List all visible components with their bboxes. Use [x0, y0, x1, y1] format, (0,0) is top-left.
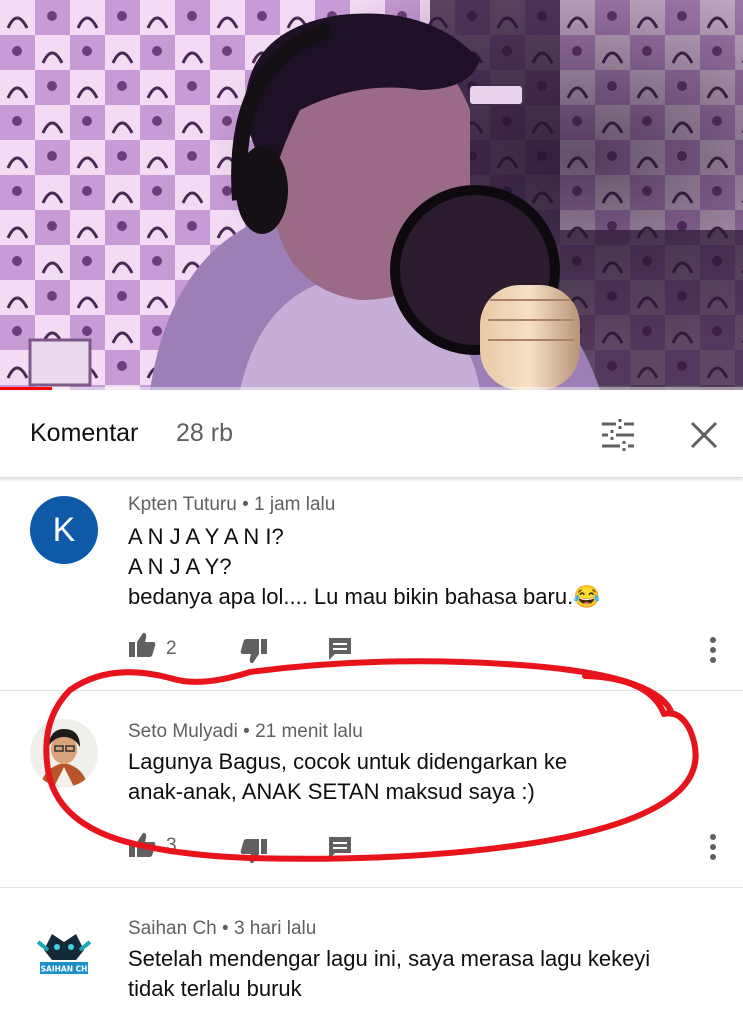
comment-text: A N J A Y A N I? A N J A Y? bedanya apa …	[128, 522, 718, 612]
thumbs-up-icon	[129, 632, 156, 657]
more-vert-icon	[710, 834, 716, 860]
reply-icon	[329, 837, 351, 859]
video-progress-bar[interactable]	[0, 387, 743, 390]
more-vert-icon	[710, 637, 716, 663]
comment-line: anak-anak, ANAK SETAN maksud saya :)	[128, 779, 535, 804]
like-count: 2	[166, 638, 177, 659]
like-button[interactable]	[128, 832, 156, 863]
comment-author[interactable]: Kpten Tuturu	[128, 494, 237, 515]
avatar[interactable]	[30, 719, 98, 787]
avatar-image: SAIHAN CH	[36, 934, 92, 974]
comment-item: K Kpten Tuturu • 1 jam lalu A N J A Y A …	[0, 478, 743, 690]
comment-text: Setelah mendengar lagu ini, saya merasa …	[128, 944, 718, 1004]
avatar-letter: K	[52, 510, 76, 549]
comments-header: Komentar 28 rb	[0, 391, 743, 478]
comment-author[interactable]: Seto Mulyadi	[128, 721, 238, 742]
comment-meta: Seto Mulyadi • 21 menit lalu	[128, 721, 363, 743]
avatar-logo-text: SAIHAN CH	[41, 965, 88, 974]
close-icon	[690, 421, 718, 449]
comments-title: Komentar	[30, 419, 139, 447]
video-player[interactable]	[0, 0, 743, 390]
reply-icon	[329, 638, 351, 660]
comment-time[interactable]: 1 jam lalu	[254, 494, 335, 515]
more-options-button[interactable]	[703, 636, 723, 669]
avatar[interactable]: K	[30, 496, 98, 564]
comment-line: A N J A Y A N I?	[128, 524, 284, 549]
sort-filter-icon	[602, 419, 634, 451]
comment-line: tidak terlalu buruk	[128, 976, 302, 1001]
comment-time[interactable]: 3 hari lalu	[234, 918, 316, 939]
thumbs-down-icon	[240, 639, 267, 664]
sort-filter-button[interactable]	[598, 417, 638, 453]
like-button[interactable]	[128, 632, 156, 663]
video-frame	[0, 0, 743, 390]
dislike-button[interactable]	[240, 638, 268, 669]
comment-item: SAIHAN CH Saihan Ch • 3 hari lalu Setela…	[0, 888, 743, 1024]
avatar-image	[30, 719, 98, 787]
avatar[interactable]: SAIHAN CH	[30, 920, 98, 988]
comment-line: bedanya apa lol.... Lu mau bikin bahasa …	[128, 584, 601, 609]
thumbs-down-icon	[240, 839, 267, 864]
close-comments-button[interactable]	[684, 415, 724, 455]
video-progress-fill	[0, 387, 52, 390]
meta-separator: •	[216, 918, 234, 939]
comment-time[interactable]: 21 menit lalu	[255, 721, 363, 742]
thumbs-up-icon	[129, 832, 156, 857]
comment-line: A N J A Y?	[128, 554, 232, 579]
more-options-button[interactable]	[703, 833, 723, 866]
dislike-button[interactable]	[240, 838, 268, 869]
comment-meta: Kpten Tuturu • 1 jam lalu	[128, 494, 335, 516]
comments-count: 28 rb	[176, 419, 233, 447]
meta-separator: •	[236, 494, 255, 515]
like-count: 3	[166, 835, 177, 856]
reply-button[interactable]	[327, 636, 353, 667]
comment-line: Setelah mendengar lagu ini, saya merasa …	[128, 946, 651, 971]
comment-item: Seto Mulyadi • 21 menit lalu Lagunya Bag…	[0, 691, 743, 887]
comment-text: Lagunya Bagus, cocok untuk didengarkan k…	[128, 747, 718, 807]
comment-meta: Saihan Ch • 3 hari lalu	[128, 918, 316, 940]
comment-author[interactable]: Saihan Ch	[128, 918, 217, 939]
reply-button[interactable]	[327, 835, 353, 866]
meta-separator: •	[237, 721, 256, 742]
comment-line: Lagunya Bagus, cocok untuk didengarkan k…	[128, 749, 568, 774]
